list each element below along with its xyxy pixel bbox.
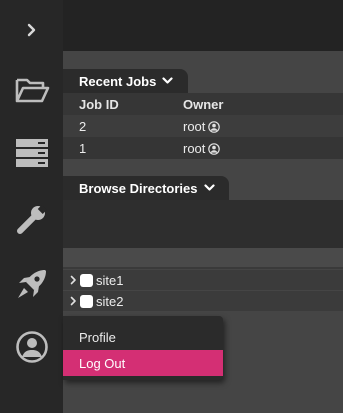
sidebar-item-storage[interactable]: [0, 137, 63, 169]
owner-name: root: [183, 141, 206, 156]
browse-directories-title: Browse Directories: [79, 180, 198, 196]
wrench-icon: [16, 204, 47, 234]
sidebar-expand-button[interactable]: [0, 17, 63, 43]
menu-item-log-out[interactable]: Log Out: [63, 350, 223, 376]
owner-cell: root: [183, 141, 221, 156]
sidebar-item-tools[interactable]: [0, 201, 63, 237]
list-item[interactable]: site2: [63, 291, 343, 311]
sidebar-item-account[interactable]: [0, 329, 63, 365]
browse-toolbar: [63, 200, 343, 248]
sidebar-item-files[interactable]: [0, 72, 63, 108]
recent-jobs-table: Job ID Owner 2 root 1 root: [63, 93, 343, 159]
server-icon: [15, 139, 48, 167]
recent-jobs-title: Recent Jobs: [79, 73, 157, 89]
rocket-icon: [17, 270, 46, 298]
chevron-down-icon: [162, 77, 173, 85]
user-icon: [208, 142, 221, 155]
site-checkbox[interactable]: [80, 273, 93, 287]
job-id-cell: 1: [79, 141, 87, 156]
recent-jobs-tab[interactable]: Recent Jobs: [63, 69, 188, 93]
job-id-cell: 2: [79, 119, 87, 134]
table-header: Job ID Owner: [63, 93, 343, 115]
column-header-job-id: Job ID: [79, 97, 119, 112]
owner-name: root: [183, 119, 206, 134]
folder-icon: [15, 78, 49, 103]
chevron-right-icon[interactable]: [67, 296, 79, 306]
chevron-right-icon: [27, 23, 35, 37]
sidebar: [0, 0, 63, 413]
site-checkbox[interactable]: [80, 294, 93, 308]
browse-directories-tab[interactable]: Browse Directories: [63, 176, 229, 200]
site-label: site1: [96, 272, 124, 288]
chevron-right-icon[interactable]: [67, 275, 79, 285]
user-circle-icon: [15, 331, 48, 363]
divider: [63, 267, 343, 269]
sidebar-item-launch[interactable]: [0, 266, 63, 302]
column-header-owner: Owner: [183, 97, 224, 112]
top-bar: [63, 0, 343, 51]
chevron-down-icon: [203, 184, 215, 192]
user-menu: Profile Log Out: [63, 316, 223, 380]
app-window: Recent Jobs Job ID Owner 2 root 1 root B…: [0, 0, 343, 413]
list-item[interactable]: site1: [63, 270, 343, 290]
menu-item-profile[interactable]: Profile: [63, 324, 223, 350]
user-icon: [208, 120, 221, 133]
site-label: site2: [96, 293, 124, 309]
table-row[interactable]: 2 root: [63, 115, 343, 137]
table-row[interactable]: 1 root: [63, 137, 343, 159]
owner-cell: root: [183, 119, 221, 134]
browse-spacer: [63, 248, 343, 267]
